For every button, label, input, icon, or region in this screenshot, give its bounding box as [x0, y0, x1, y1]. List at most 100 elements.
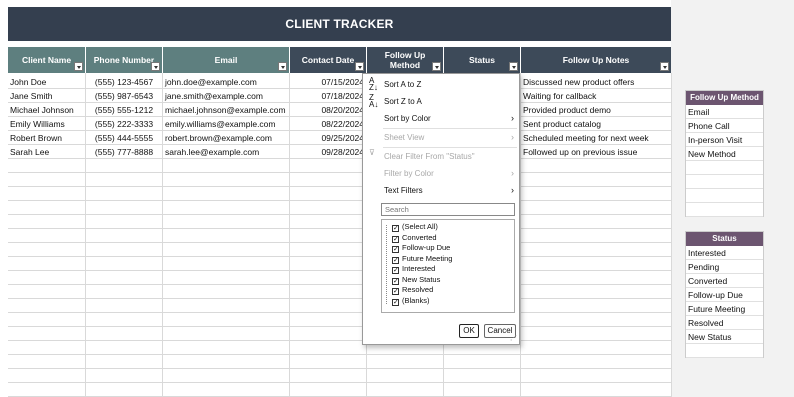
cell-client-name[interactable]: Sarah Lee — [8, 145, 85, 159]
list-item[interactable]: In-person Visit — [686, 133, 763, 147]
table-row[interactable]: Jane Smith (555) 987-6543 jane.smith@exa… — [8, 89, 671, 103]
empty-row[interactable] — [8, 327, 671, 341]
filter-checkbox-resolved[interactable]: ✓ Resolved — [392, 284, 433, 295]
empty-row[interactable] — [8, 201, 671, 215]
empty-row[interactable] — [8, 159, 671, 173]
cell-email[interactable]: emily.williams@example.com — [163, 117, 289, 131]
list-item[interactable]: Future Meeting — [686, 302, 763, 316]
filter-dropdown-button[interactable] — [278, 62, 287, 71]
empty-row[interactable] — [8, 243, 671, 257]
empty-row[interactable] — [8, 215, 671, 229]
sort-z-to-a-item[interactable]: Z A↓ Sort Z to A — [363, 93, 519, 110]
empty-row[interactable] — [8, 355, 671, 369]
filter-dropdown-button[interactable] — [151, 62, 160, 71]
table-row[interactable]: John Doe (555) 123-4567 john.doe@example… — [8, 75, 671, 89]
column-header-status[interactable]: Status — [444, 47, 520, 73]
filter-checkbox-follow-up-due[interactable]: ✓ Follow-up Due — [392, 242, 450, 253]
list-item[interactable]: New Method — [686, 147, 763, 161]
column-header-email[interactable]: Email — [163, 47, 289, 73]
empty-row[interactable] — [8, 257, 671, 271]
table-row[interactable]: Sarah Lee (555) 777-8888 sarah.lee@examp… — [8, 145, 671, 159]
cell-client-name[interactable]: Robert Brown — [8, 131, 85, 145]
cell-phone[interactable]: (555) 222-3333 — [86, 117, 162, 131]
cell-email[interactable]: robert.brown@example.com — [163, 131, 289, 145]
filter-checkbox-interested[interactable]: ✓ Interested — [392, 263, 435, 274]
filter-dropdown-button[interactable] — [509, 62, 518, 71]
resize-grip-icon[interactable]: ⋰ — [510, 334, 517, 342]
empty-list-item[interactable] — [686, 189, 763, 203]
cell-client-name[interactable]: Jane Smith — [8, 89, 85, 103]
list-item[interactable]: New Status — [686, 330, 763, 344]
empty-row[interactable] — [8, 173, 671, 187]
filter-checkbox-select-all[interactable]: ✓ (Select All) — [392, 221, 438, 232]
filter-dropdown-button[interactable] — [432, 62, 441, 71]
empty-row[interactable] — [8, 271, 671, 285]
cell-notes[interactable]: Discussed new product offers — [521, 75, 671, 89]
empty-row[interactable] — [8, 369, 671, 383]
table-row[interactable]: Michael Johnson (555) 555-1212 michael.j… — [8, 103, 671, 117]
cell-contact-date[interactable]: 09/25/2024 — [290, 131, 366, 145]
cell-contact-date[interactable]: 08/22/2024 — [290, 117, 366, 131]
filter-dropdown-button[interactable] — [660, 62, 669, 71]
empty-row[interactable] — [8, 383, 671, 397]
cell-phone[interactable]: (555) 555-1212 — [86, 103, 162, 117]
cell-phone[interactable]: (555) 123-4567 — [86, 75, 162, 89]
empty-list-item[interactable] — [686, 175, 763, 189]
empty-list-item[interactable] — [686, 344, 763, 358]
cell-email[interactable]: sarah.lee@example.com — [163, 145, 289, 159]
cell-email[interactable]: john.doe@example.com — [163, 75, 289, 89]
list-item[interactable]: Pending — [686, 260, 763, 274]
cell-phone[interactable]: (555) 777-8888 — [86, 145, 162, 159]
cell-contact-date[interactable]: 07/15/2024 — [290, 75, 366, 89]
empty-list-item[interactable] — [686, 161, 763, 175]
empty-row[interactable] — [8, 285, 671, 299]
list-item[interactable]: Follow-up Due — [686, 288, 763, 302]
sort-by-color-item[interactable]: Sort by Color › — [363, 110, 519, 127]
cell-notes[interactable]: Waiting for callback — [521, 89, 671, 103]
cell-notes[interactable]: Followed up on previous issue — [521, 145, 671, 159]
list-item[interactable]: Email — [686, 105, 763, 119]
menu-label: Clear Filter From "Status" — [384, 152, 475, 161]
menu-label: Sort Z to A — [384, 97, 422, 106]
cell-client-name[interactable]: Michael Johnson — [8, 103, 85, 117]
ok-button[interactable]: OK — [459, 324, 479, 338]
autofilter-menu: A Z↓ Sort A to Z Z A↓ Sort Z to A Sort by … — [362, 73, 520, 345]
cell-phone[interactable]: (555) 444-5555 — [86, 131, 162, 145]
column-header-client-name[interactable]: Client Name — [8, 47, 85, 73]
empty-row[interactable] — [8, 187, 671, 201]
cell-contact-date[interactable]: 07/18/2024 — [290, 89, 366, 103]
filter-dropdown-button[interactable] — [355, 62, 364, 71]
sort-a-to-z-item[interactable]: A Z↓ Sort A to Z — [363, 76, 519, 93]
empty-row[interactable] — [8, 299, 671, 313]
chevron-right-icon: › — [511, 132, 514, 142]
empty-row[interactable] — [8, 341, 671, 355]
empty-row[interactable] — [8, 229, 671, 243]
cell-phone[interactable]: (555) 987-6543 — [86, 89, 162, 103]
column-header-contact-date[interactable]: Contact Date — [290, 47, 366, 73]
text-filters-item[interactable]: Text Filters › — [363, 182, 519, 199]
cell-contact-date[interactable]: 09/28/2024 — [290, 145, 366, 159]
empty-row[interactable] — [8, 313, 671, 327]
list-item[interactable]: Resolved — [686, 316, 763, 330]
cell-email[interactable]: michael.johnson@example.com — [163, 103, 289, 117]
cell-client-name[interactable]: Emily Williams — [8, 117, 85, 131]
list-item[interactable]: Phone Call — [686, 119, 763, 133]
table-row[interactable]: Emily Williams (555) 222-3333 emily.will… — [8, 117, 671, 131]
column-header-follow-up-notes[interactable]: Follow Up Notes — [521, 47, 671, 73]
cell-notes[interactable]: Scheduled meeting for next week — [521, 131, 671, 145]
list-item[interactable]: Interested — [686, 246, 763, 260]
filter-dropdown-button[interactable] — [74, 62, 83, 71]
filter-search-input[interactable]: Search — [381, 203, 515, 216]
cell-notes[interactable]: Provided product demo — [521, 103, 671, 117]
cell-email[interactable]: jane.smith@example.com — [163, 89, 289, 103]
filter-checkbox-blanks[interactable]: ✓ (Blanks) — [392, 295, 430, 306]
cell-client-name[interactable]: John Doe — [8, 75, 85, 89]
empty-list-item[interactable] — [686, 203, 763, 217]
checkbox-checked-icon: ✓ — [392, 267, 399, 274]
table-row[interactable]: Robert Brown (555) 444-5555 robert.brown… — [8, 131, 671, 145]
column-header-follow-up-method[interactable]: Follow Up Method — [367, 47, 443, 73]
cell-notes[interactable]: Sent product catalog — [521, 117, 671, 131]
cell-contact-date[interactable]: 08/20/2024 — [290, 103, 366, 117]
list-item[interactable]: Converted — [686, 274, 763, 288]
column-header-phone-number[interactable]: Phone Number — [86, 47, 162, 73]
